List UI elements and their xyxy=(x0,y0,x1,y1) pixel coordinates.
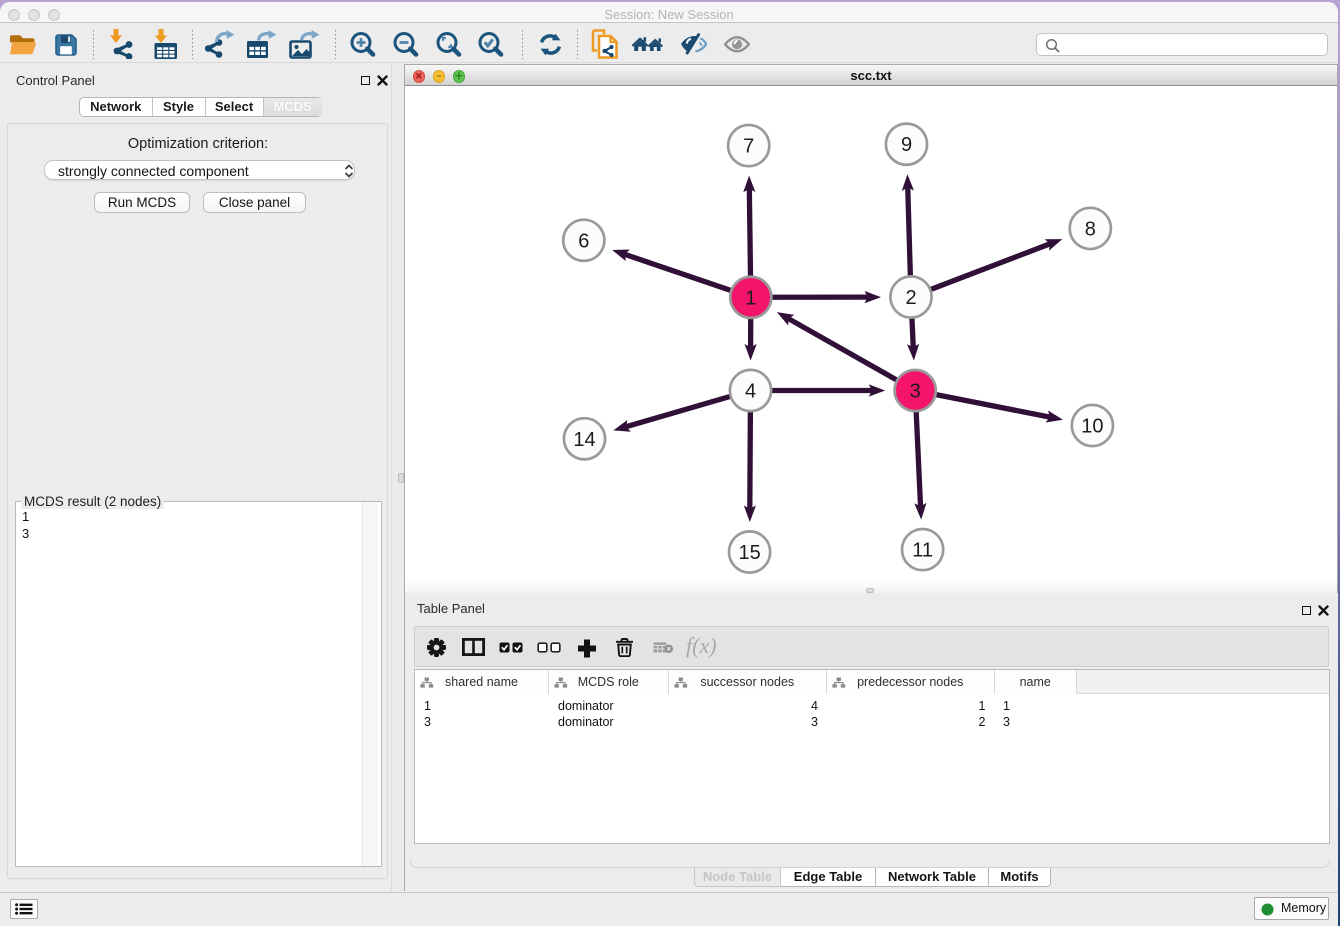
svg-text:6: 6 xyxy=(578,230,589,252)
svg-text:15: 15 xyxy=(738,542,760,564)
svg-text:11: 11 xyxy=(912,540,933,562)
svg-text:8: 8 xyxy=(1085,218,1096,240)
svg-text:9: 9 xyxy=(901,134,912,156)
svg-text:4: 4 xyxy=(745,381,756,403)
svg-text:7: 7 xyxy=(743,136,754,158)
svg-text:3: 3 xyxy=(910,381,921,403)
svg-text:10: 10 xyxy=(1081,416,1103,438)
svg-text:14: 14 xyxy=(573,429,595,451)
svg-text:1: 1 xyxy=(745,287,756,309)
svg-text:2: 2 xyxy=(905,287,916,309)
